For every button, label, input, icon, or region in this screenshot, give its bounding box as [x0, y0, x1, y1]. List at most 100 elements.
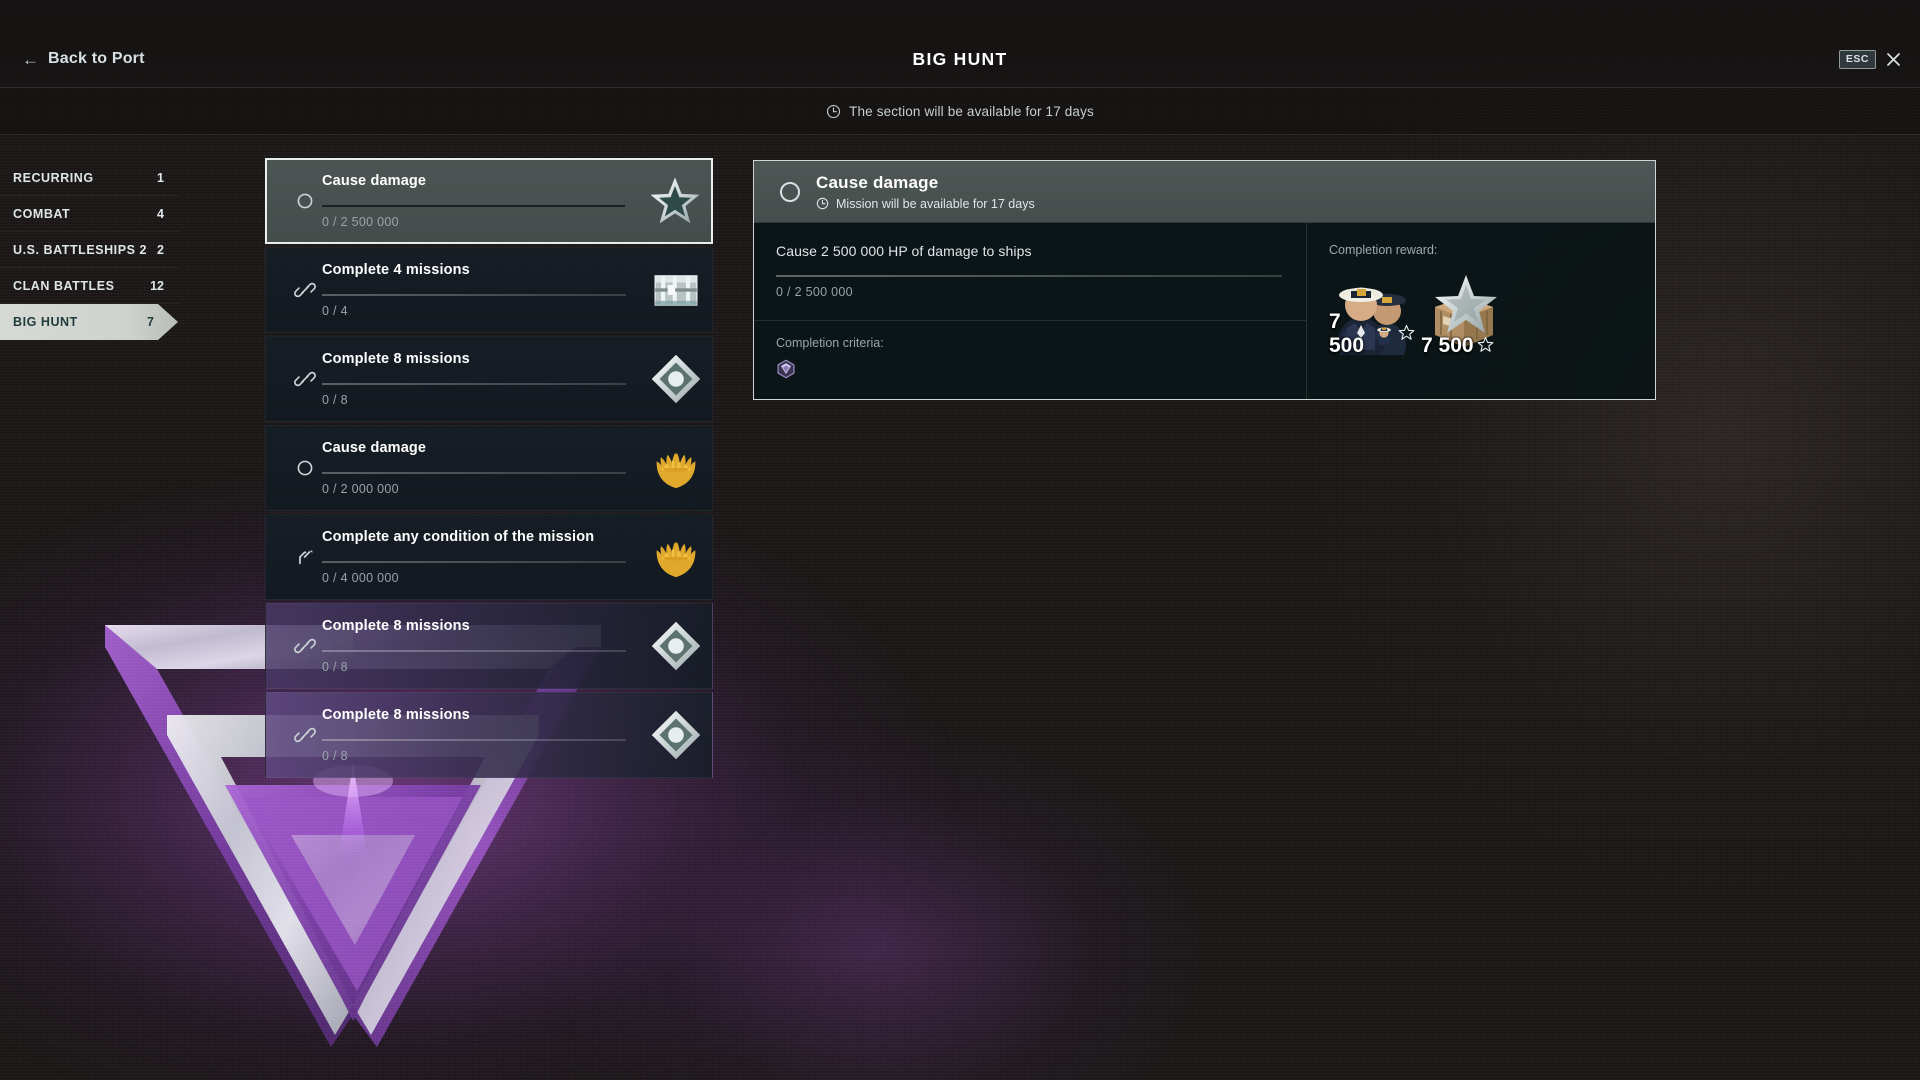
mission-card[interactable]: Complete 8 missions 0 / 8	[265, 692, 713, 778]
sidebar-item-clan-battles[interactable]: CLAN BATTLES 12	[0, 268, 180, 304]
mission-card[interactable]: Complete 8 missions 0 / 8	[265, 603, 713, 689]
star-outline-icon	[1477, 336, 1494, 353]
mission-description: Cause 2 500 000 HP of damage to ships	[776, 243, 1032, 259]
reward-row: 7 500 7 500	[1329, 269, 1655, 358]
mission-title: Cause damage	[322, 173, 427, 189]
mission-type-icon-wrap	[288, 279, 322, 301]
mission-type-icon-wrap	[288, 635, 322, 657]
mission-list: Cause damage 0 / 2 500 000 Complete 4 miss…	[265, 158, 713, 781]
mission-card[interactable]: Complete 8 missions 0 / 8	[265, 336, 713, 422]
gold-laurel-wreath-icon	[650, 533, 702, 581]
sidebar-item-count: 7	[147, 314, 154, 329]
mission-progress-bar	[322, 472, 626, 474]
mission-progress-value: 0 / 8	[322, 749, 348, 763]
sidebar-item-label: BIG HUNT	[13, 314, 78, 329]
mission-reward-icon-wrap	[640, 533, 712, 581]
sidebar-item-u-s-battleships-2[interactable]: U.S. BATTLESHIPS 2 2	[0, 232, 180, 268]
mission-card[interactable]: Cause damage 0 / 2 000 000	[265, 425, 713, 511]
category-sidebar: RECURRING 1 COMBAT 4 U.S. BATTLESHIPS 2 2 CLAN…	[0, 160, 180, 340]
mission-progress-bar	[322, 739, 626, 741]
reward-amount-row: 7 500	[1329, 310, 1415, 358]
completion-criteria-label: Completion criteria:	[776, 336, 884, 350]
availability-text: The section will be available for 17 day…	[849, 103, 1094, 119]
detail-divider	[754, 320, 1306, 321]
sidebar-item-combat[interactable]: COMBAT 4	[0, 196, 180, 232]
mission-progress-value: 0 / 2 500 000	[776, 285, 853, 299]
mission-progress-bar	[322, 205, 625, 207]
mission-card-body: Complete 4 missions 0 / 4	[322, 262, 640, 318]
mission-type-icon-wrap	[288, 724, 322, 746]
reward-item[interactable]: 7 500	[1421, 269, 1507, 358]
mission-reward-icon-wrap	[639, 174, 711, 228]
mission-detail-objective: Cause 2 500 000 HP of damage to ships 0 …	[754, 223, 1307, 400]
mission-progress-value: 0 / 2 000 000	[322, 482, 399, 496]
mission-progress-bar	[322, 294, 626, 296]
mission-card-body: Complete 8 missions 0 / 8	[322, 707, 640, 763]
mission-reward-icon-wrap	[640, 444, 712, 492]
close-icon[interactable]	[1885, 51, 1902, 68]
mission-card-body: Cause damage 0 / 2 000 000	[322, 440, 640, 496]
mission-progress-bar	[776, 275, 1282, 277]
star-outline-icon	[1477, 336, 1494, 357]
clock-icon	[816, 197, 829, 210]
mission-detail-header: Cause damage Mission will be available f…	[754, 161, 1655, 223]
diamond-gem-icon	[650, 709, 702, 761]
mission-availability-text: Mission will be available for 17 days	[836, 196, 1035, 211]
star-outline-icon	[1398, 324, 1415, 345]
mission-title: Complete 4 missions	[322, 262, 470, 278]
completion-criteria-icons	[776, 359, 1282, 379]
mission-title: Complete 8 missions	[322, 707, 470, 723]
reward-item[interactable]: 7 500	[1329, 269, 1415, 358]
mission-reward-icon-wrap	[640, 353, 712, 405]
big-hunt-emblem-icon[interactable]	[776, 359, 796, 379]
diamond-gem-icon	[650, 620, 702, 672]
clock-icon	[827, 104, 841, 118]
mission-type-icon-wrap	[288, 546, 322, 568]
sidebar-item-label: COMBAT	[13, 206, 71, 221]
chain-link-icon	[294, 635, 316, 657]
mission-reward-icon-wrap	[640, 268, 712, 312]
mission-progress-value: 0 / 2 500 000	[322, 215, 399, 229]
reward-amount-row: 7 500	[1421, 334, 1507, 358]
mission-type-icon-wrap	[288, 368, 322, 390]
sidebar-item-count: 12	[150, 278, 164, 293]
mission-detail-availability: Mission will be available for 17 days	[816, 197, 1035, 211]
mission-reward-icon-wrap	[640, 620, 712, 672]
mission-card[interactable]: Complete any condition of the mission 0 /…	[265, 514, 713, 600]
page-header: ← Back to Port BIG HUNT ESC	[0, 0, 1920, 88]
mission-progress-bar	[322, 561, 626, 563]
mission-detail-panel: Cause damage Mission will be available f…	[753, 160, 1656, 400]
sidebar-item-big-hunt[interactable]: BIG HUNT 7	[0, 304, 180, 340]
mission-type-icon-wrap	[288, 190, 322, 212]
mission-card-body: Cause damage 0 / 2 500 000	[322, 173, 639, 229]
mission-card[interactable]: Complete 4 missions 0 / 4	[265, 247, 713, 333]
mission-title: Complete 8 missions	[322, 618, 470, 634]
mission-progress-bar	[322, 383, 626, 385]
mission-card[interactable]: Cause damage 0 / 2 500 000	[265, 158, 713, 244]
circle-icon	[294, 190, 316, 212]
esc-key-badge[interactable]: ESC	[1838, 50, 1876, 69]
mission-progress-value: 0 / 4	[322, 304, 348, 318]
sidebar-item-label: CLAN BATTLES	[13, 278, 115, 293]
page-title: BIG HUNT	[912, 49, 1008, 69]
mission-detail-body: Cause 2 500 000 HP of damage to ships 0 …	[754, 223, 1655, 400]
mission-reward-icon-wrap	[640, 709, 712, 761]
reward-amount: 7 500	[1421, 334, 1474, 357]
diamond-gem-icon	[650, 353, 702, 405]
esc-close-cluster: ESC	[1838, 50, 1902, 69]
sidebar-item-count: 2	[157, 242, 164, 257]
mission-progress-bar	[322, 650, 626, 652]
sidebar-item-recurring[interactable]: RECURRING 1	[0, 160, 180, 196]
container-crate-icon	[651, 268, 701, 312]
branch-fork-icon	[294, 546, 316, 568]
sidebar-item-count: 4	[157, 206, 164, 221]
reward-amount: 7 500	[1329, 310, 1365, 357]
mission-detail-rewards: Completion reward: 7 500 7 500	[1307, 223, 1655, 400]
commander-badge-icon	[1373, 323, 1395, 345]
mission-card-body: Complete 8 missions 0 / 8	[322, 351, 640, 407]
star-outline-icon	[1398, 324, 1415, 341]
chain-link-icon	[294, 368, 316, 390]
mission-detail-title: Cause damage	[816, 172, 939, 192]
mission-card-body: Complete 8 missions 0 / 8	[322, 618, 640, 674]
sidebar-item-count: 1	[157, 170, 164, 185]
